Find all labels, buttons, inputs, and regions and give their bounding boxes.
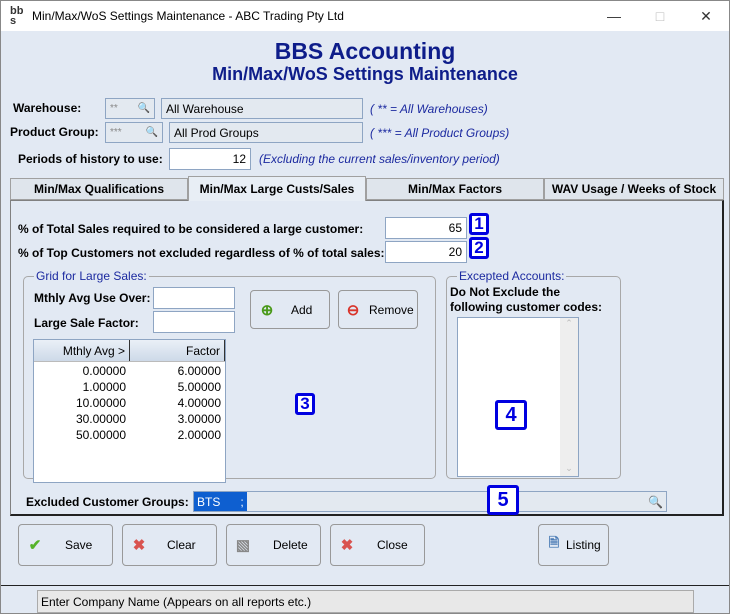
callout-badge-2: 2 <box>469 237 489 259</box>
warehouse-label: Warehouse: <box>13 101 82 115</box>
pct-total-sales-input[interactable]: 65 <box>385 217 467 239</box>
warehouse-code-input[interactable]: ** 🔍 <box>105 98 155 119</box>
product-group-code-input[interactable]: *** 🔍 <box>105 122 163 143</box>
column-header-mthly-avg[interactable]: Mthly Avg > <box>34 340 130 361</box>
tab-large-custs-sales[interactable]: Min/Max Large Custs/Sales <box>188 176 366 201</box>
table-row[interactable]: 1.00000 5.00000 <box>34 380 225 396</box>
periods-hint: (Excluding the current sales/inventory p… <box>259 152 500 166</box>
column-header-factor[interactable]: Factor <box>130 340 225 361</box>
listing-button[interactable]: 🗎 Listing <box>538 524 609 566</box>
pct-top-customers-input[interactable]: 20 <box>385 241 467 263</box>
pct-total-sales-label: % of Total Sales required to be consider… <box>18 222 364 236</box>
excluded-groups-input[interactable]: BTS ; 🔍 <box>193 491 667 512</box>
save-button[interactable]: ✔ Save <box>18 524 113 566</box>
maximize-button[interactable]: □ <box>637 1 683 31</box>
table-cell: 4.00000 <box>177 396 221 410</box>
periods-label: Periods of history to use: <box>18 152 163 166</box>
callout-badge-4: 4 <box>495 400 527 430</box>
periods-input[interactable]: 12 <box>169 148 251 170</box>
status-bar: Enter Company Name (Appears on all repor… <box>37 590 694 613</box>
table-cell: 5.00000 <box>177 380 221 394</box>
excepted-group-title: Excepted Accounts: <box>457 269 567 283</box>
warehouse-name-field: All Warehouse <box>161 98 363 119</box>
callout-badge-1: 1 <box>469 213 489 235</box>
excepted-desc-2: following customer codes: <box>450 300 603 314</box>
x-icon: ✖ <box>132 537 146 554</box>
document-icon: 🗎 <box>548 535 560 550</box>
mthly-avg-input[interactable] <box>153 287 235 309</box>
table-cell: 30.00000 <box>75 412 126 426</box>
product-group-hint: ( *** = All Product Groups) <box>370 126 510 140</box>
selected-text: BTS ; <box>194 492 247 511</box>
add-button[interactable]: ⊕ Add <box>250 290 330 329</box>
excepted-accounts-list[interactable]: ⌃ ⌄ <box>457 317 579 477</box>
remove-button[interactable]: ⊖ Remove <box>338 290 418 329</box>
bbs-logo-icon: bb s <box>10 5 24 27</box>
callout-badge-3: 3 <box>295 393 315 415</box>
table-row[interactable]: 50.00000 2.00000 <box>34 428 225 444</box>
search-icon[interactable]: 🔍 <box>146 127 158 138</box>
grid-body: 0.00000 6.00000 1.00000 5.00000 10.00000 4.00… <box>34 362 225 444</box>
clear-button[interactable]: ✖ Clear <box>122 524 217 566</box>
table-cell: 6.00000 <box>177 364 221 378</box>
list-scrollbar[interactable]: ⌃ ⌄ <box>560 318 578 476</box>
warehouse-hint: ( ** = All Warehouses) <box>370 102 488 116</box>
mthly-avg-label: Mthly Avg Use Over: <box>34 291 151 305</box>
grid-group-title: Grid for Large Sales: <box>34 269 149 283</box>
table-cell: 1.00000 <box>82 380 126 394</box>
table-cell: 50.00000 <box>75 428 126 442</box>
tab-wav-usage[interactable]: WAV Usage / Weeks of Stock <box>544 178 724 200</box>
trash-icon: ▧ <box>235 537 251 554</box>
scroll-down-icon[interactable]: ⌄ <box>560 463 578 474</box>
checkmark-icon: ✔ <box>28 537 42 554</box>
callout-badge-5: 5 <box>487 485 519 515</box>
pct-top-customers-label: % of Top Customers not excluded regardle… <box>18 246 385 260</box>
close-button[interactable]: ✖ Close <box>330 524 425 566</box>
table-cell: 2.00000 <box>177 428 221 442</box>
main-window: bb s Min/Max/WoS Settings Maintenance - A… <box>0 0 730 614</box>
large-sales-grid[interactable]: Mthly Avg > Factor 0.00000 6.00000 1.00000… <box>33 339 226 483</box>
title-bar: bb s Min/Max/WoS Settings Maintenance - A… <box>1 1 729 31</box>
page-title: Min/Max/WoS Settings Maintenance <box>212 64 518 84</box>
window-title: Min/Max/WoS Settings Maintenance - ABC T… <box>32 9 344 23</box>
large-sale-factor-input[interactable] <box>153 311 235 333</box>
table-cell: 3.00000 <box>177 412 221 426</box>
table-row[interactable]: 0.00000 6.00000 <box>34 364 225 380</box>
large-sale-factor-label: Large Sale Factor: <box>34 316 139 330</box>
tab-min-max-factors[interactable]: Min/Max Factors <box>366 178 544 200</box>
delete-button[interactable]: ▧ Delete <box>226 524 321 566</box>
search-icon[interactable]: 🔍 <box>138 103 150 114</box>
tab-min-max-qualifications[interactable]: Min/Max Qualifications <box>10 178 188 200</box>
excluded-groups-label: Excluded Customer Groups: <box>26 495 189 509</box>
divider <box>1 585 729 586</box>
excepted-desc-1: Do Not Exclude the <box>450 285 561 299</box>
plus-circle-icon: ⊕ <box>260 301 274 319</box>
table-cell: 10.00000 <box>75 396 126 410</box>
scroll-up-icon[interactable]: ⌃ <box>560 318 578 329</box>
grid-header: Mthly Avg > Factor <box>34 340 225 362</box>
minimize-button[interactable]: — <box>591 1 637 31</box>
table-row[interactable]: 30.00000 3.00000 <box>34 412 225 428</box>
table-row[interactable]: 10.00000 4.00000 <box>34 396 225 412</box>
minus-circle-icon: ⊖ <box>346 301 360 319</box>
app-title: BBS Accounting <box>274 38 456 64</box>
search-icon[interactable]: 🔍 <box>648 495 663 509</box>
x-icon: ✖ <box>340 537 354 554</box>
product-group-label: Product Group: <box>10 125 99 139</box>
product-group-name-field: All Prod Groups <box>169 122 363 143</box>
table-cell: 0.00000 <box>82 364 126 378</box>
close-window-button[interactable]: ✕ <box>683 1 729 31</box>
